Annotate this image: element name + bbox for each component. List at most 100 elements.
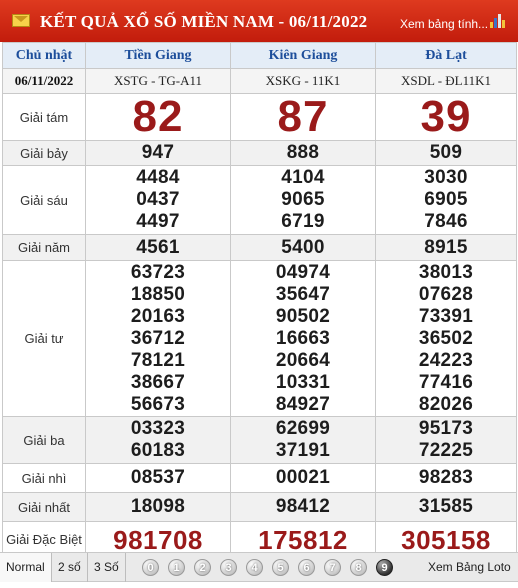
digit-filter-button[interactable]: 8: [350, 559, 367, 576]
prize-number: 20664: [275, 349, 331, 371]
prize-cell: 62699 37191: [230, 416, 376, 464]
prize-number: 4484: [136, 167, 180, 188]
digit-filter-button[interactable]: 9: [376, 559, 393, 576]
prize-label: Giải nhất: [2, 492, 86, 522]
ticket-code-row: 06/11/2022 XSTG - TG-A11 XSKG - 11K1 XSD…: [2, 68, 517, 94]
prize-cell: 98283: [375, 463, 517, 493]
province-name[interactable]: Kiên Giang: [230, 42, 376, 69]
prize-label: Giải năm: [2, 234, 86, 261]
prize-number: 9065: [281, 189, 325, 210]
prize-number: 18850: [130, 283, 186, 305]
prize-cell: 3030 6905 7846: [375, 165, 517, 235]
prize-number: 18098: [130, 496, 186, 517]
view-loto-link[interactable]: Xem Bảng Loto: [428, 553, 511, 582]
province-name[interactable]: Đà Lạt: [375, 42, 517, 69]
prize-cell: 08537: [85, 463, 231, 493]
prize-5-row: Giải năm 4561 5400 8915: [2, 234, 517, 261]
prize-label: Giải ba: [2, 416, 86, 464]
prize-number: 78121: [130, 349, 186, 371]
prize-number: 36712: [130, 327, 186, 349]
prize-8-row: Giải tám 82 87 39: [2, 92, 517, 141]
footer-toolbar: Normal 2 số 3 Số 0123456789 Xem Bảng Lot…: [0, 552, 518, 582]
prize-7-row: Giải bảy 947 888 509: [2, 140, 517, 166]
mail-icon: [12, 14, 30, 27]
special-prize-number: 305158: [401, 524, 491, 555]
prize-number: 03323: [130, 418, 186, 439]
prize-number: 04974: [275, 261, 331, 283]
prize-number: 62699: [275, 418, 331, 439]
prize-cell: 03323 60183: [85, 416, 231, 464]
prize-cell: 04974 35647 90502 16663 20664 10331 84927: [230, 260, 376, 417]
bar-chart-icon[interactable]: [490, 14, 506, 28]
digit-filter-button[interactable]: 4: [246, 559, 263, 576]
prize-number: 38667: [130, 371, 186, 393]
prize-number: 38013: [418, 261, 474, 283]
prize-4-row: Giải tư 63723 18850 20163 36712 78121 38667 566…: [2, 260, 517, 417]
prize-number: 60183: [130, 440, 186, 461]
prize-number: 07628: [418, 283, 474, 305]
prize-number: 509: [429, 142, 463, 163]
prize-label: Giải nhì: [2, 463, 86, 493]
prize-number: 82026: [418, 393, 474, 415]
digit-filter-button[interactable]: 5: [272, 559, 289, 576]
prize-number: 82: [132, 92, 184, 141]
prize-cell: 95173 72225: [375, 416, 517, 464]
prize-cell: 82: [85, 92, 231, 141]
prize-label: Giải bảy: [2, 140, 86, 166]
prize-number: 37191: [275, 440, 331, 461]
prize-cell: 18098: [85, 492, 231, 522]
prize-1-row: Giải nhất 18098 98412 31585: [2, 492, 517, 522]
prize-number: 20163: [130, 305, 186, 327]
option-normal[interactable]: Normal: [0, 553, 52, 582]
province-name[interactable]: Tiền Giang: [85, 42, 231, 69]
ticket-code: XSDL - ĐL11K1: [375, 68, 517, 94]
prize-cell: 888: [230, 140, 376, 166]
prize-cell: 00021: [230, 463, 376, 493]
digit-filter-button[interactable]: 1: [168, 559, 185, 576]
special-prize-number: 981708: [113, 524, 203, 555]
prize-cell: 31585: [375, 492, 517, 522]
prize-label: Giải tám: [2, 93, 86, 141]
prize-number: 84927: [275, 393, 331, 415]
prize-cell: 4484 0437 4497: [85, 165, 231, 235]
special-prize-number: 175812: [258, 524, 348, 555]
prize-number: 4561: [136, 236, 180, 258]
option-3-digits[interactable]: 3 Số: [88, 553, 126, 582]
prize-number: 35647: [275, 283, 331, 305]
digit-filter-button[interactable]: 7: [324, 559, 341, 576]
prize-cell: 38013 07628 73391 36502 24223 77416 82026: [375, 260, 517, 417]
digit-filter-button[interactable]: 3: [220, 559, 237, 576]
prize-cell: 509: [375, 140, 517, 166]
day-of-week: Chủ nhật: [2, 42, 86, 69]
ticket-code: XSKG - 11K1: [230, 68, 376, 94]
prize-cell: 98412: [230, 492, 376, 522]
prize-number: 98412: [275, 496, 331, 517]
prize-number: 73391: [418, 305, 474, 327]
prize-cell: 8915: [375, 234, 517, 261]
prize-number: 16663: [275, 327, 331, 349]
prize-number: 4497: [136, 211, 180, 232]
digit-filter-button[interactable]: 0: [142, 559, 159, 576]
prize-number: 888: [286, 142, 320, 163]
digit-filter-button[interactable]: 6: [298, 559, 315, 576]
prize-cell: 4104 9065 6719: [230, 165, 376, 235]
prize-number: 7846: [424, 211, 468, 232]
prize-number: 0437: [136, 189, 180, 210]
prize-number: 77416: [418, 371, 474, 393]
prize-cell: 39: [375, 93, 517, 141]
prize-number: 31585: [418, 496, 474, 517]
view-table-link[interactable]: Xem bảng tính...: [400, 17, 488, 31]
prize-2-row: Giải nhì 08537 00021 98283: [2, 463, 517, 493]
page-title: KẾT QUẢ XỔ SỐ MIỀN NAM - 06/11/2022: [40, 12, 368, 31]
prize-number: 98283: [418, 467, 474, 488]
results-header-bar: KẾT QUẢ XỔ SỐ MIỀN NAM - 06/11/2022 Xem …: [0, 0, 518, 42]
prize-number: 56673: [130, 393, 186, 415]
prize-number: 72225: [418, 440, 474, 461]
option-2-digits[interactable]: 2 số: [52, 553, 88, 582]
results-table: Chủ nhật Tiền Giang Kiên Giang Đà Lạt 06…: [2, 42, 517, 558]
prize-cell: 5400: [230, 234, 376, 261]
prize-number: 95173: [418, 418, 474, 439]
digit-filter-button[interactable]: 2: [194, 559, 211, 576]
prize-number: 6719: [281, 211, 325, 232]
prize-number: 36502: [418, 327, 474, 349]
